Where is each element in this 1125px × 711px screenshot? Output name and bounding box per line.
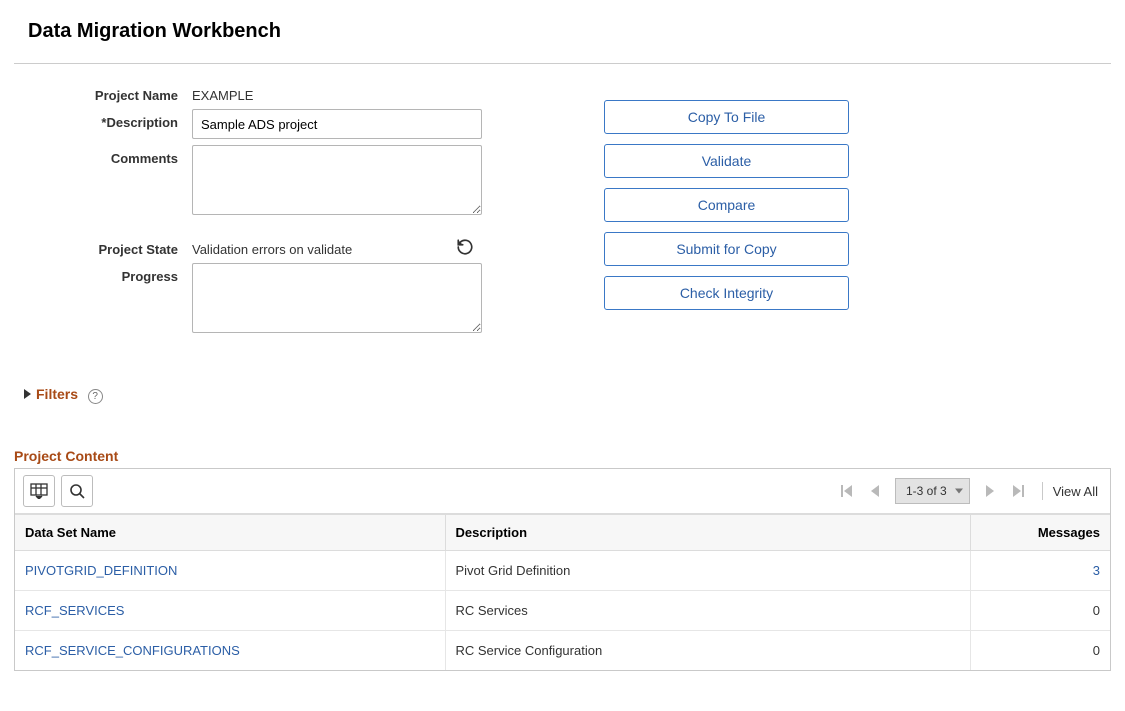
- project-name-value: EXAMPLE: [192, 88, 253, 103]
- project-state-label: Project State: [14, 236, 192, 257]
- project-name-label: Project Name: [14, 82, 192, 103]
- dataset-name-link[interactable]: PIVOTGRID_DEFINITION: [25, 563, 177, 578]
- prev-page-icon[interactable]: [865, 481, 885, 501]
- copy-to-file-button[interactable]: Copy To File: [604, 100, 849, 134]
- last-page-icon[interactable]: [1008, 481, 1028, 501]
- table-row: PIVOTGRID_DEFINITION Pivot Grid Definitio…: [15, 551, 1110, 591]
- filters-toggle[interactable]: Filters: [24, 386, 78, 402]
- toolbar-divider: [1042, 482, 1043, 500]
- grid-action-button[interactable]: [23, 475, 55, 507]
- progress-label: Progress: [14, 263, 192, 284]
- page-title: Data Migration Workbench: [28, 20, 1111, 43]
- check-integrity-button[interactable]: Check Integrity: [604, 276, 849, 310]
- table-row: RCF_SERVICES RC Services0: [15, 591, 1110, 631]
- description-label: *Description: [14, 109, 192, 130]
- dataset-name-link[interactable]: RCF_SERVICE_CONFIGURATIONS: [25, 643, 240, 658]
- actions-panel: Copy To File Validate Compare Submit for…: [604, 82, 849, 320]
- dataset-description: Pivot Grid Definition: [445, 551, 970, 591]
- dataset-description: RC Service Configuration: [445, 631, 970, 671]
- progress-textarea[interactable]: [192, 263, 482, 333]
- filters-label: Filters: [36, 386, 78, 402]
- page-selector[interactable]: 1-3 of 3: [895, 478, 970, 504]
- project-content-title: Project Content: [14, 448, 1111, 464]
- dataset-name-link[interactable]: RCF_SERVICES: [25, 603, 124, 618]
- dataset-description: RC Services: [445, 591, 970, 631]
- view-all-link[interactable]: View All: [1053, 484, 1098, 499]
- chevron-right-icon: [24, 386, 32, 402]
- description-input[interactable]: [192, 109, 482, 139]
- project-state-value: Validation errors on validate: [192, 242, 352, 257]
- compare-button[interactable]: Compare: [604, 188, 849, 222]
- comments-label: Comments: [14, 145, 192, 166]
- project-content-grid: 1-3 of 3 View All Data Set Name Descript…: [14, 468, 1111, 671]
- messages-count: 0: [970, 591, 1110, 631]
- validate-button[interactable]: Validate: [604, 144, 849, 178]
- divider-line: [14, 63, 1111, 64]
- table-row: RCF_SERVICE_CONFIGURATIONS RC Service Con…: [15, 631, 1110, 671]
- submit-for-copy-button[interactable]: Submit for Copy: [604, 232, 849, 266]
- refresh-icon[interactable]: [456, 238, 476, 258]
- col-header-name[interactable]: Data Set Name: [15, 515, 445, 551]
- col-header-description[interactable]: Description: [445, 515, 970, 551]
- messages-count: 0: [970, 631, 1110, 671]
- project-form: Project Name EXAMPLE *Description Commen…: [14, 82, 494, 342]
- messages-link[interactable]: 3: [1093, 563, 1100, 578]
- search-button[interactable]: [61, 475, 93, 507]
- next-page-icon[interactable]: [980, 481, 1000, 501]
- help-icon[interactable]: ?: [88, 389, 103, 404]
- first-page-icon[interactable]: [837, 481, 857, 501]
- comments-textarea[interactable]: [192, 145, 482, 215]
- col-header-messages[interactable]: Messages: [970, 515, 1110, 551]
